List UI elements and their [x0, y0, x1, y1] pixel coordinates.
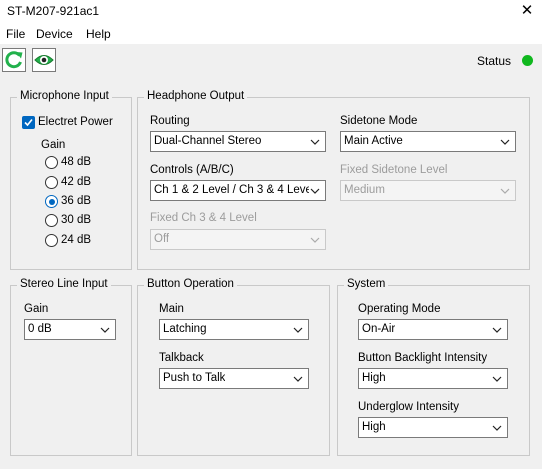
- gain-option-label: 42 dB: [61, 176, 92, 188]
- sidetone-mode-label: Sidetone Mode: [340, 115, 418, 127]
- close-icon[interactable]: ✕: [516, 1, 538, 21]
- routing-select[interactable]: Dual-Channel Stereo: [150, 131, 326, 152]
- gain-option-label: 48 dB: [61, 156, 92, 168]
- chevron-down-icon: [310, 139, 320, 145]
- sidetone-mode-value: Main Active: [344, 135, 403, 147]
- fixed-sidetone-value: Medium: [344, 184, 385, 196]
- refresh-button[interactable]: [2, 48, 26, 72]
- talkback-label: Talkback: [159, 352, 204, 364]
- gain-radio-42[interactable]: [45, 176, 58, 189]
- line-gain-label: Gain: [24, 303, 49, 315]
- controls-label: Controls (A/B/C): [150, 164, 234, 176]
- sidetone-mode-select[interactable]: Main Active: [340, 131, 516, 152]
- routing-value: Dual-Channel Stereo: [154, 135, 262, 147]
- chevron-down-icon: [293, 327, 303, 333]
- line-gain-select[interactable]: 0 dB: [24, 319, 116, 340]
- menu-device[interactable]: Device: [36, 27, 73, 41]
- chevron-down-icon: [500, 188, 510, 194]
- underglow-select[interactable]: High: [358, 417, 508, 438]
- electret-power-checkbox[interactable]: [22, 116, 35, 129]
- operating-mode-value: On-Air: [362, 323, 396, 335]
- operating-mode-select[interactable]: On-Air: [358, 319, 508, 340]
- chevron-down-icon: [492, 376, 502, 382]
- gain-radio-36[interactable]: [45, 195, 58, 208]
- gain-radio-48[interactable]: [45, 156, 58, 169]
- checkmark-icon: [24, 118, 33, 127]
- chevron-down-icon: [293, 376, 303, 382]
- toolbar: [0, 45, 542, 75]
- group-title: Microphone Input: [17, 90, 112, 102]
- gain-option-label: 30 dB: [61, 214, 92, 226]
- underglow-label: Underglow Intensity: [358, 401, 459, 413]
- gain-radio-24[interactable]: [45, 234, 58, 247]
- chevron-down-icon: [310, 188, 320, 194]
- main-label: Main: [159, 303, 184, 315]
- mic-gain-label: Gain: [41, 139, 66, 151]
- main-value: Latching: [163, 323, 207, 335]
- window-title: ST-M207-921ac1: [7, 4, 100, 18]
- chevron-down-icon: [100, 327, 110, 333]
- chevron-down-icon: [492, 425, 502, 431]
- controls-select[interactable]: Ch 1 & 2 Level / Ch 3 & 4 Level /: [150, 180, 326, 201]
- chevron-down-icon: [310, 237, 320, 243]
- main-select[interactable]: Latching: [159, 319, 309, 340]
- operating-mode-label: Operating Mode: [358, 303, 441, 315]
- fixed-sidetone-select[interactable]: Medium: [340, 180, 516, 201]
- refresh-icon: [5, 51, 23, 69]
- status-indicator: [522, 55, 533, 66]
- fixed-ch34-select[interactable]: Off: [150, 229, 326, 250]
- gain-radio-30[interactable]: [45, 214, 58, 227]
- line-gain-value: 0 dB: [28, 323, 52, 335]
- fixed-ch34-label: Fixed Ch 3 & 4 Level: [150, 212, 257, 224]
- routing-label: Routing: [150, 115, 190, 127]
- gain-option-label: 24 dB: [61, 234, 92, 246]
- controls-value: Ch 1 & 2 Level / Ch 3 & 4 Level /: [154, 184, 309, 196]
- eye-icon: [34, 55, 54, 65]
- underglow-value: High: [362, 421, 386, 433]
- chevron-down-icon: [492, 327, 502, 333]
- fixed-ch34-value: Off: [154, 233, 170, 245]
- menu-help[interactable]: Help: [86, 27, 111, 41]
- group-title: Button Operation: [144, 278, 237, 290]
- talkback-value: Push to Talk: [163, 372, 226, 384]
- backlight-label: Button Backlight Intensity: [358, 352, 488, 364]
- chevron-down-icon: [500, 139, 510, 145]
- electret-power-label: Electret Power: [38, 116, 113, 128]
- fixed-sidetone-label: Fixed Sidetone Level: [340, 164, 448, 176]
- group-title: Stereo Line Input: [17, 278, 111, 290]
- status-label: Status: [477, 54, 512, 68]
- group-title: Headphone Output: [144, 90, 248, 102]
- menu-file[interactable]: File: [6, 27, 25, 41]
- group-title: System: [344, 278, 389, 290]
- backlight-select[interactable]: High: [358, 368, 508, 389]
- gain-option-label: 36 dB: [61, 195, 92, 207]
- view-button[interactable]: [32, 48, 56, 72]
- menu-bar: [0, 24, 542, 44]
- talkback-select[interactable]: Push to Talk: [159, 368, 309, 389]
- backlight-value: High: [362, 372, 386, 384]
